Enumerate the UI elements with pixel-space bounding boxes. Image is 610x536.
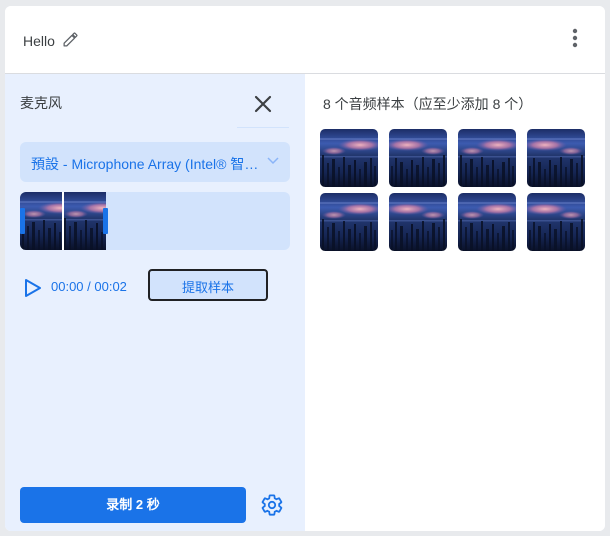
audio-sample-thumbnail[interactable]	[389, 193, 447, 251]
audio-sample-thumbnail[interactable]	[320, 129, 378, 187]
extract-sample-button[interactable]: 提取样本	[148, 269, 268, 301]
microphone-panel: 麦克风 預設 - Microphone Array (Intel® 智慧音效技術…	[5, 74, 305, 531]
playhead-marker	[62, 192, 64, 250]
audio-sample-thumbnail[interactable]	[527, 129, 585, 187]
trim-handle-right[interactable]	[103, 208, 108, 234]
divider	[237, 127, 289, 128]
playback-time: 00:00 / 00:02	[51, 279, 127, 294]
audio-sample-thumbnail[interactable]	[527, 193, 585, 251]
record-button[interactable]: 录制 2 秒	[20, 487, 246, 523]
recording-waveform-track[interactable]	[20, 192, 290, 250]
audio-sample-thumbnail[interactable]	[458, 129, 516, 187]
more-vert-icon[interactable]	[565, 26, 585, 50]
samples-panel: 8 个音频样本（应至少添加 8 个）	[305, 74, 605, 531]
microphone-title: 麦克风	[20, 95, 62, 111]
close-icon[interactable]	[250, 91, 276, 117]
play-icon[interactable]	[24, 278, 42, 298]
audio-sample-thumbnail[interactable]	[320, 193, 378, 251]
chevron-down-icon	[267, 157, 279, 165]
microphone-device-value: 預設 - Microphone Array (Intel® 智慧音效技術)	[31, 156, 259, 172]
audio-sample-card: Hello 麦克风 預設 - Microphone Array (Intel® …	[5, 6, 605, 531]
card-header: Hello	[5, 6, 605, 74]
audio-sample-thumbnail[interactable]	[389, 129, 447, 187]
samples-title: 8 个音频样本（应至少添加 8 个）	[323, 96, 533, 112]
microphone-device-select[interactable]: 預設 - Microphone Array (Intel® 智慧音效技術)	[20, 142, 290, 182]
audio-sample-thumbnail[interactable]	[458, 193, 516, 251]
pencil-icon[interactable]	[62, 31, 79, 48]
trim-handle-left[interactable]	[20, 208, 25, 234]
card-title: Hello	[23, 33, 55, 49]
gear-icon[interactable]	[260, 493, 284, 517]
